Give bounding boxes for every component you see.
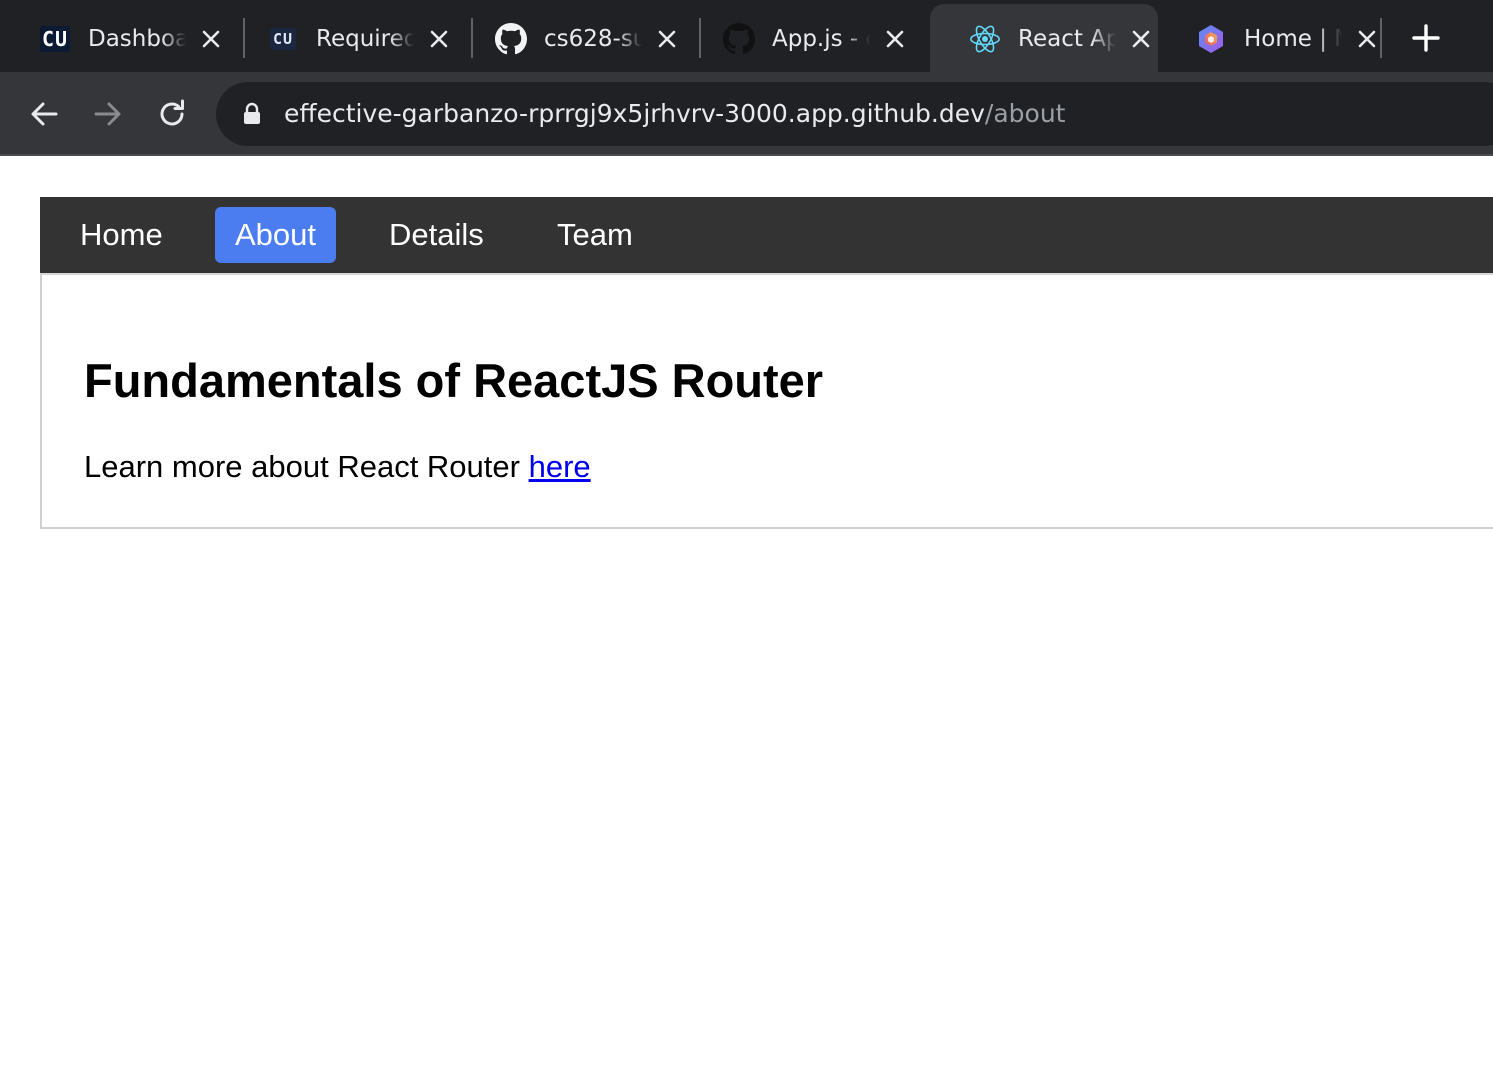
page-description: Learn more about React Router here xyxy=(84,449,591,485)
close-icon[interactable] xyxy=(424,24,454,54)
tab-separator xyxy=(1380,18,1382,58)
react-icon xyxy=(968,22,1002,56)
browser-tab-github-repo[interactable]: cs628-summer xyxy=(456,4,684,72)
browser-tab-react-app[interactable]: React App xyxy=(930,4,1158,72)
page-text: Learn more about React Router xyxy=(84,449,520,484)
address-url[interactable]: effective-garbanzo-rprrgj9x5jrhvrv-3000.… xyxy=(284,97,1065,131)
microsoft-365-icon xyxy=(1194,22,1228,56)
tab-title: Home | Microsoft xyxy=(1244,26,1342,52)
nav-link-team[interactable]: Team xyxy=(537,207,653,263)
address-bar[interactable]: effective-garbanzo-rprrgj9x5jrhvrv-3000.… xyxy=(216,82,1493,146)
reload-icon[interactable] xyxy=(152,94,192,134)
browser-tab-strip: CU Dashboard CU Required cs628-summer Ap… xyxy=(0,0,1493,72)
back-arrow-icon[interactable] xyxy=(24,94,64,134)
close-icon[interactable] xyxy=(652,24,682,54)
nav-link-home[interactable]: Home xyxy=(60,207,183,263)
cu-badge-text: CU xyxy=(39,26,71,52)
close-icon[interactable] xyxy=(196,24,226,54)
nav-link-about[interactable]: About xyxy=(215,207,337,263)
lock-icon[interactable] xyxy=(242,102,262,126)
github-icon xyxy=(494,22,528,56)
url-path: /about xyxy=(984,99,1066,128)
forward-arrow-icon[interactable] xyxy=(88,94,128,134)
tab-title: cs628-summer xyxy=(544,26,642,52)
cu-logo-small-icon: CU xyxy=(266,22,300,56)
url-host: effective-garbanzo-rprrgj9x5jrhvrv-3000.… xyxy=(284,99,985,128)
about-content-panel: Fundamentals of ReactJS Router Learn mor… xyxy=(40,275,1493,529)
react-router-link[interactable]: here xyxy=(529,449,591,484)
github-dark-icon xyxy=(722,22,756,56)
browser-toolbar: effective-garbanzo-rprrgj9x5jrhvrv-3000.… xyxy=(0,72,1493,156)
cu-logo-icon: CU xyxy=(38,22,72,56)
close-icon[interactable] xyxy=(1126,24,1156,54)
browser-tab-dashboard[interactable]: CU Dashboard xyxy=(0,4,228,72)
browser-tab-appjs[interactable]: App.js - cs628 xyxy=(684,4,912,72)
tab-title: App.js - cs628 xyxy=(772,26,870,52)
tab-title: Required xyxy=(316,26,414,52)
browser-tab-required[interactable]: CU Required xyxy=(228,4,456,72)
close-icon[interactable] xyxy=(880,24,910,54)
new-tab-plus-icon[interactable] xyxy=(1408,20,1444,56)
browser-tab-microsoft-home[interactable]: Home | Microsoft xyxy=(1156,4,1384,72)
nav-link-details[interactable]: Details xyxy=(369,207,504,263)
page-title: Fundamentals of ReactJS Router xyxy=(84,354,824,407)
app-navbar: Home About Details Team xyxy=(40,197,1493,275)
close-icon[interactable] xyxy=(1352,24,1382,54)
cu-badge-text: CU xyxy=(269,28,297,50)
tab-title: React App xyxy=(1018,26,1116,52)
tab-title: Dashboard xyxy=(88,26,186,52)
